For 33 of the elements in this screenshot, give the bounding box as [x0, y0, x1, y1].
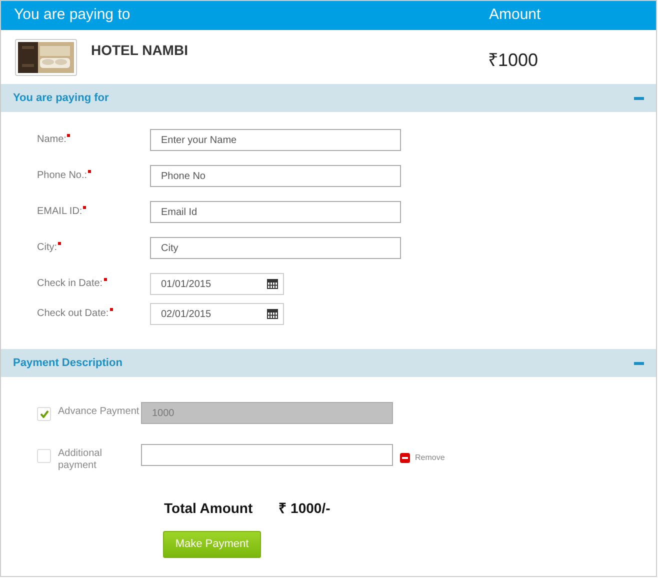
field-label: Check out Date: [37, 307, 109, 321]
checkbox-label: Additional payment [58, 448, 103, 472]
input-field[interactable]: City [150, 237, 401, 259]
section-header[interactable]: Payment Description [1, 349, 656, 377]
field-label: Check in Date: [37, 277, 103, 291]
input-field[interactable]: Email Id [150, 201, 401, 223]
field-label: EMAIL ID: [37, 205, 82, 219]
section-header[interactable]: You are paying for [1, 84, 656, 112]
field-label: Phone No.: [37, 169, 88, 183]
field-label: City: [37, 241, 57, 255]
checkbox[interactable] [37, 449, 51, 463]
checkbox-label: Advance Payment [58, 406, 140, 418]
collapse-icon[interactable] [634, 362, 644, 364]
date-field[interactable]: 01/01/2015 [150, 273, 284, 295]
header-title: You are paying to [14, 5, 130, 26]
remove-link[interactable]: Remove [415, 452, 445, 464]
make-payment-button[interactable]: Make Payment [163, 531, 261, 558]
hotel-name: HOTEL NAMBI [91, 41, 188, 60]
remove-icon[interactable] [400, 453, 410, 463]
total-value: ₹ 1000/- [278, 499, 330, 518]
calendar-icon[interactable] [267, 279, 278, 289]
date-field[interactable]: 02/01/2015 [150, 303, 284, 325]
total-label: Total Amount [164, 499, 253, 518]
amount-value: ₹1000 [488, 49, 540, 72]
collapse-icon[interactable] [634, 96, 644, 100]
field-label: Name: [37, 133, 66, 147]
calendar-icon[interactable] [267, 309, 278, 319]
input-field[interactable]: Enter your Name [150, 129, 401, 151]
amount-heading: Amount [489, 5, 542, 26]
input-field[interactable]: Phone No [150, 165, 401, 187]
section-title: You are paying for [13, 90, 109, 106]
section-title: Payment Description [13, 356, 122, 371]
amount-field[interactable] [141, 444, 393, 466]
